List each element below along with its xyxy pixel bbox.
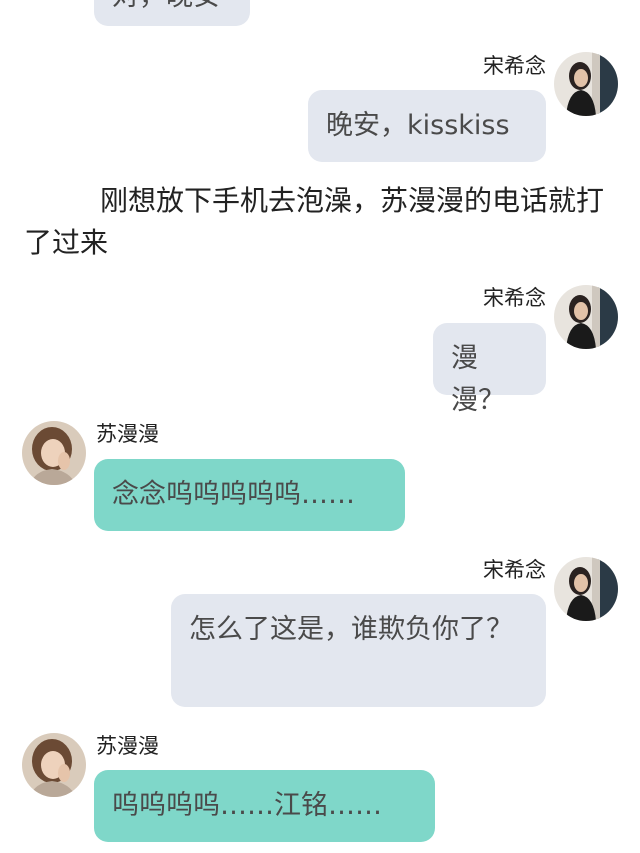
sender-name-self: 宋希念 [483, 54, 546, 78]
avatar-self[interactable] [554, 557, 618, 621]
sender-name-self: 宋希念 [483, 558, 546, 582]
message-bubble-other: 呜呜呜呜……江铭…… [94, 770, 435, 842]
avatar-photo-self-icon [554, 52, 618, 116]
avatar-photo-other-icon [22, 733, 86, 797]
avatar-photo-other-icon [22, 421, 86, 485]
narration-text: 刚想放下手机去泡澡，苏漫漫的电话就打了过来 [24, 184, 605, 259]
avatar-other[interactable] [22, 421, 86, 485]
message-bubble-other: 念念呜呜呜呜呜…… [94, 459, 405, 531]
avatar-self[interactable] [554, 52, 618, 116]
avatar-self[interactable] [554, 285, 618, 349]
sender-name-self: 宋希念 [483, 286, 546, 310]
message-bubble-self: 漫漫？ [433, 323, 546, 416]
message-bubble-partial: 对，晚安 [94, 0, 250, 26]
message-bubble-self: 怎么了这是，谁欺负你了？ [171, 594, 546, 707]
avatar-photo-self-icon [554, 557, 618, 621]
sender-name-other: 苏漫漫 [96, 734, 159, 758]
avatar-photo-self-icon [554, 285, 618, 349]
sender-name-other: 苏漫漫 [96, 422, 159, 446]
message-bubble-self: 晚安，kisskiss [308, 90, 546, 162]
avatar-other[interactable] [22, 733, 86, 797]
